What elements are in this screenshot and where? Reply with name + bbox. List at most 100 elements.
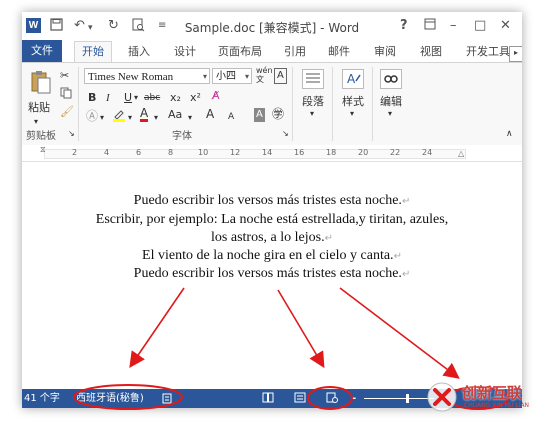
change-case-button[interactable]: Aa [168, 108, 182, 122]
chevron-down-icon[interactable]: ▾ [310, 107, 314, 121]
doc-paragraph[interactable]: Puedo escribir los versos más tristes es… [22, 193, 522, 209]
doc-paragraph[interactable]: los astros, a lo lejos.↵ [22, 230, 522, 246]
chevron-down-icon[interactable]: ▾ [154, 111, 158, 125]
track-changes-icon[interactable] [162, 392, 174, 408]
text-effects-icon[interactable]: Ⓐ [86, 109, 98, 123]
clear-formatting-icon[interactable]: A̸ [212, 89, 220, 103]
highlight-icon[interactable] [112, 108, 126, 126]
tab-developer[interactable]: 开发工具 [466, 43, 510, 61]
help-button[interactable]: ? [400, 18, 408, 34]
tab-page-layout[interactable]: 页面布局 [218, 43, 262, 61]
watermark-subtitle: CHUANG XIN HU LIAN [464, 402, 530, 409]
tab-references[interactable]: 引用 [284, 43, 306, 61]
ruler-number: 16 [294, 148, 305, 157]
underline-dropdown-icon[interactable]: ▾ [134, 91, 138, 105]
document-area[interactable]: Puedo escribir los versos más tristes es… [22, 162, 522, 389]
doc-paragraph[interactable]: El viento de la noche gira en el cielo y… [22, 248, 522, 264]
tab-review[interactable]: 审阅 [374, 43, 396, 61]
enclose-characters-icon[interactable]: ㊫ [272, 107, 284, 121]
underline-button[interactable]: U [124, 91, 132, 105]
shrink-font-button[interactable]: A [228, 110, 234, 124]
font-size-combo[interactable]: 小四 ▾ [212, 68, 252, 84]
web-layout-icon[interactable] [326, 392, 338, 407]
tab-mailings[interactable]: 邮件 [328, 43, 350, 61]
font-size-value: 小四 [216, 71, 236, 82]
print-layout-icon[interactable] [294, 392, 306, 407]
watermark-logo: 创新互联 CHUANG XIN HU LIAN [424, 376, 560, 420]
cut-icon[interactable]: ✂ [60, 69, 69, 83]
language-indicator[interactable]: 西班牙语(秘鲁) [76, 392, 144, 405]
read-mode-icon[interactable] [262, 392, 274, 407]
ribbon-home: 粘贴 ▾ ✂ 🖌 剪贴板 ↘ Times New Roman ▾ 小四 ▾ wé… [22, 62, 522, 146]
zoom-out-button[interactable]: - [352, 392, 356, 405]
paste-label[interactable]: 粘贴 [28, 99, 50, 115]
maximize-button[interactable]: □ [474, 18, 486, 34]
font-color-icon[interactable]: A [140, 107, 149, 122]
chevron-down-icon[interactable]: ▾ [350, 107, 354, 121]
italic-button[interactable]: I [106, 91, 110, 105]
format-painter-icon[interactable]: 🖌 [60, 105, 74, 119]
zoom-slider-thumb[interactable] [406, 394, 409, 403]
ruler-number: 24 [422, 148, 433, 157]
ruler-number: 18 [326, 148, 337, 157]
paragraph-mark-icon: ↵ [401, 269, 411, 280]
ribbon-display-icon[interactable] [424, 18, 436, 35]
superscript-button[interactable]: x² [190, 91, 201, 105]
tab-home[interactable]: 开始 [74, 41, 112, 64]
ruler-number: 4 [104, 148, 110, 157]
font-group-label: 字体 [172, 131, 192, 142]
clipboard-launcher-icon[interactable]: ↘ [68, 127, 75, 141]
divider [372, 67, 373, 141]
ruler-number: 12 [230, 148, 241, 157]
character-shading-icon[interactable]: A [254, 108, 265, 122]
character-border-icon[interactable]: A [274, 68, 287, 84]
tab-view[interactable]: 视图 [420, 43, 442, 61]
word-count[interactable]: 41 个字 [24, 392, 60, 405]
copy-icon[interactable] [60, 87, 72, 103]
svg-text:A: A [347, 72, 356, 86]
ribbon-tabs: 文件 开始 插入 设计 页面布局 引用 邮件 审阅 视图 开发工具 ▸ [22, 40, 522, 64]
strikethrough-button[interactable]: abc [144, 91, 160, 105]
styles-icon[interactable]: A [342, 69, 364, 93]
word-window: W ↶ ▾ ↻ ≡ Sample.doc [兼容模式] - Word ? – □… [22, 12, 522, 408]
doc-paragraph[interactable]: Puedo escribir los versos más tristes es… [22, 266, 522, 282]
chevron-down-icon[interactable]: ▾ [245, 69, 249, 85]
tabs-scroll-right-icon[interactable]: ▸ [509, 46, 522, 62]
find-icon[interactable] [380, 69, 402, 93]
paragraph-mark-icon: ↵ [324, 233, 333, 244]
collapse-ribbon-icon[interactable]: ∧ [506, 127, 513, 141]
subscript-button[interactable]: x₂ [170, 91, 181, 105]
close-button[interactable]: ✕ [500, 18, 511, 34]
watermark-name: 创新互联 [462, 384, 523, 402]
indent-marker-icon[interactable]: ⧖ [40, 145, 46, 155]
divider [332, 67, 333, 141]
minimize-button[interactable]: – [450, 18, 457, 34]
doc-paragraph[interactable]: Escribir, por ejemplo: La noche está est… [22, 212, 522, 228]
ruler-number: 14 [262, 148, 273, 157]
paragraph-icon[interactable] [302, 69, 324, 93]
watermark-x-icon [427, 382, 457, 412]
horizontal-ruler[interactable]: ⧖ 2 4 6 8 10 12 14 16 18 20 22 24 △ [22, 145, 522, 162]
ruler-number: 2 [72, 148, 78, 157]
tab-design[interactable]: 设计 [174, 43, 196, 61]
bold-button[interactable]: B [88, 91, 96, 105]
chevron-down-icon[interactable]: ▾ [128, 111, 132, 125]
right-indent-marker-icon[interactable]: △ [458, 149, 464, 158]
font-name-value: Times New Roman [88, 71, 174, 83]
chevron-down-icon[interactable]: ▾ [388, 107, 392, 121]
title-bar: W ↶ ▾ ↻ ≡ Sample.doc [兼容模式] - Word ? – □… [22, 12, 522, 40]
tab-file[interactable]: 文件 [22, 40, 62, 62]
tab-insert[interactable]: 插入 [128, 43, 150, 61]
chevron-down-icon[interactable]: ▾ [100, 111, 104, 125]
font-name-combo[interactable]: Times New Roman ▾ [84, 68, 210, 84]
grow-font-button[interactable]: A [206, 107, 214, 121]
paste-icon[interactable] [30, 69, 52, 99]
chevron-down-icon[interactable]: ▾ [188, 111, 192, 125]
ruler-number: 22 [390, 148, 401, 157]
phonetic-guide-icon[interactable]: wén 文 [256, 66, 273, 84]
font-launcher-icon[interactable]: ↘ [282, 127, 289, 141]
chevron-down-icon[interactable]: ▾ [203, 69, 207, 85]
paragraph-mark-icon: ↵ [401, 196, 411, 207]
divider [292, 67, 293, 141]
ruler-number: 10 [198, 148, 209, 157]
